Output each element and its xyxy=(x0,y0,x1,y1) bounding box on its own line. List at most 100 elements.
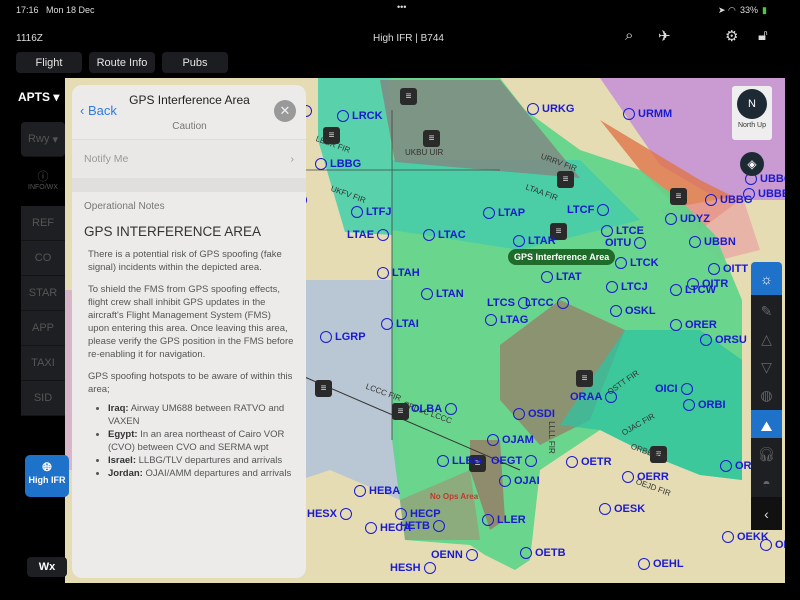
airport-marker[interactable]: LTAP xyxy=(483,207,525,219)
tab-flight[interactable]: Flight xyxy=(16,52,82,73)
airport-marker[interactable]: LLBG xyxy=(437,455,482,467)
airport-marker[interactable]: OSDI xyxy=(513,408,555,420)
airport-marker[interactable]: LTCF xyxy=(567,204,610,216)
airport-marker[interactable]: LTCK xyxy=(615,257,659,269)
airport-marker[interactable]: OERR xyxy=(622,471,669,483)
airport-marker[interactable]: OLBA xyxy=(411,403,458,415)
airport-marker[interactable]: LTCW xyxy=(670,284,716,296)
airport-marker[interactable]: LTFJ xyxy=(351,206,391,218)
airport-circle-icon xyxy=(377,229,390,241)
fir-info-icon[interactable]: ≡ xyxy=(423,130,440,147)
airport-circle-icon xyxy=(722,531,734,543)
fir-info-icon[interactable]: ≡ xyxy=(400,88,417,105)
airport-marker[interactable]: LRCK xyxy=(337,110,383,122)
sidebar-item-sid[interactable]: SID xyxy=(21,381,65,416)
globe-layer-icon[interactable]: ◍ xyxy=(751,379,782,412)
tab-pubs[interactable]: Pubs xyxy=(162,52,228,73)
airport-marker[interactable]: LTAG xyxy=(485,314,528,326)
airport-marker[interactable]: UDYZ xyxy=(665,213,710,225)
airport-label: UDYZ xyxy=(680,213,710,225)
airport-marker[interactable]: ORAA xyxy=(570,391,618,403)
multitask-dots[interactable]: ••• xyxy=(397,2,406,12)
lock-icon[interactable]: 🔓︎ xyxy=(758,27,768,44)
airport-marker[interactable]: LGRP xyxy=(320,331,366,343)
airport-marker[interactable]: OEHL xyxy=(638,558,684,570)
protractor-icon[interactable]: ◓ xyxy=(751,466,782,499)
sidebar-item-taxi[interactable]: TAXI xyxy=(21,346,65,381)
airport-marker[interactable]: HECP xyxy=(395,508,441,520)
sidebar-item-star[interactable]: STAR xyxy=(21,276,65,311)
airport-marker[interactable]: URMM xyxy=(623,108,672,120)
airport-marker[interactable]: LTAI xyxy=(381,318,419,330)
airport-marker[interactable]: LTAR xyxy=(513,235,556,247)
airport-marker[interactable]: LTAN xyxy=(421,288,464,300)
airport-marker[interactable]: LTCC xyxy=(525,297,569,309)
apts-dropdown[interactable]: APTS ▾ xyxy=(18,90,59,104)
airport-marker[interactable]: LLER xyxy=(482,514,526,526)
airport-marker[interactable]: OJAM xyxy=(487,434,534,446)
fir-info-icon[interactable]: ≡ xyxy=(315,380,332,397)
airport-marker[interactable]: ORER xyxy=(670,319,717,331)
airport-marker[interactable]: LTAH xyxy=(377,267,420,279)
airport-marker[interactable]: OITT xyxy=(708,263,748,275)
collapse-toolbar-icon[interactable]: ‹ xyxy=(751,497,782,530)
airport-marker[interactable]: HESX xyxy=(307,508,352,520)
airport-marker[interactable]: LTAE xyxy=(347,229,390,241)
airport-marker[interactable]: OESK xyxy=(599,503,645,515)
north-up-button[interactable]: N North Up xyxy=(732,86,772,140)
airport-marker[interactable]: OITU xyxy=(605,237,647,249)
high-ifr-layer-button[interactable]: 🌐︎ High IFR xyxy=(25,455,69,497)
airport-marker[interactable]: OETB xyxy=(520,547,566,559)
airport-marker[interactable]: LTCE xyxy=(601,225,644,237)
satellite-icon[interactable]: ✈ xyxy=(658,27,671,45)
airport-marker[interactable]: OJAI xyxy=(499,475,540,487)
chart-title[interactable]: High IFR | B744 xyxy=(373,33,444,44)
airport-marker[interactable]: LTAC xyxy=(423,229,466,241)
airport-marker[interactable]: ORBI xyxy=(683,399,726,411)
gear-icon[interactable]: ⚙ xyxy=(725,27,738,45)
sidebar-item-app[interactable]: APP xyxy=(21,311,65,346)
airport-circle-icon xyxy=(670,319,682,331)
airport-marker[interactable]: OEGT xyxy=(491,455,538,467)
sidebar-item-co[interactable]: CO xyxy=(21,241,65,276)
airport-marker[interactable]: LBBG xyxy=(315,158,361,170)
wx-button[interactable]: Wx xyxy=(27,557,67,577)
airport-marker[interactable]: UBBN xyxy=(689,236,736,248)
airport-marker[interactable]: LTAT xyxy=(541,271,582,283)
airport-label: UBBB xyxy=(758,188,785,200)
brightness-icon[interactable]: ☼ xyxy=(751,262,782,295)
airport-label: ORAA xyxy=(570,391,603,403)
airport-circle-icon xyxy=(482,514,494,526)
airport-marker[interactable]: UBBB xyxy=(743,188,785,200)
info-wx-button[interactable]: ⓘ INFO/WX xyxy=(21,168,65,191)
airport-marker[interactable]: URKG xyxy=(527,103,574,115)
tab-route-info[interactable]: Route Info xyxy=(89,52,155,73)
close-icon[interactable]: ✕ xyxy=(274,100,296,122)
notify-me-row[interactable]: Notify Me › xyxy=(72,140,306,178)
notes-heading: GPS INTERFERENCE AREA xyxy=(84,224,262,239)
gps-interference-area-label[interactable]: GPS Interference Area xyxy=(508,249,616,265)
airport-marker[interactable]: HETB xyxy=(400,520,445,532)
airport-marker[interactable]: OSKL xyxy=(610,305,656,317)
airport-label: LTAR xyxy=(528,235,556,247)
airport-marker[interactable]: LTCJ xyxy=(606,281,648,293)
airport-marker[interactable]: OICI xyxy=(655,383,693,395)
fir-info-icon[interactable]: ≡ xyxy=(557,171,574,188)
back-button[interactable]: ‹ Back xyxy=(80,103,117,118)
airport-circle-icon xyxy=(622,471,634,483)
airport-marker[interactable]: OETR xyxy=(566,456,612,468)
airport-marker[interactable]: OENN xyxy=(431,549,478,561)
airport-marker[interactable]: HEBA xyxy=(354,485,400,497)
recenter-icon[interactable]: ◈ xyxy=(740,152,764,176)
fir-info-icon[interactable]: ≡ xyxy=(670,188,687,205)
airport-marker[interactable]: LTCS xyxy=(487,297,530,309)
airport-label: ORBI xyxy=(698,399,726,411)
runway-dropdown[interactable]: Rwy ▾ xyxy=(21,122,65,157)
airport-label: LTCK xyxy=(630,257,659,269)
fir-info-icon[interactable]: ≡ xyxy=(576,370,593,387)
search-icon[interactable]: ⌕ xyxy=(625,27,633,44)
airport-marker[interactable]: OEJB xyxy=(760,539,785,551)
sidebar-item-ref[interactable]: REF xyxy=(21,206,65,241)
airport-marker[interactable]: ORSU xyxy=(700,334,747,346)
airport-marker[interactable]: HESH xyxy=(390,562,436,574)
